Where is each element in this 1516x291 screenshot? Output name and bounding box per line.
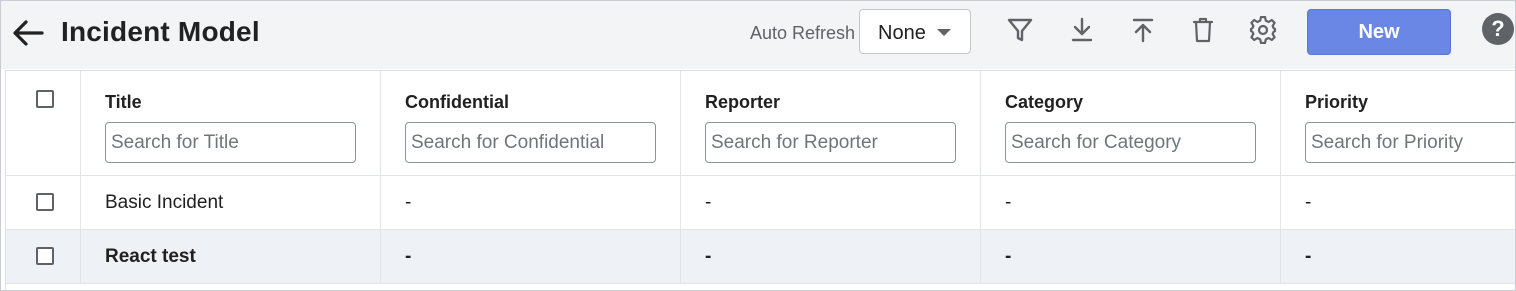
new-button[interactable]: New [1307,9,1451,55]
cell-title: Basic Incident [105,192,224,213]
column-title: Category [1005,92,1084,112]
column-header-title: Title [81,71,381,176]
table-cell[interactable]: Basic Incident [81,176,381,230]
download-icon [1071,17,1093,42]
data-table: Title Confidential Reporter Category Pri… [5,70,1515,290]
column-header-confidential: Confidential [381,71,681,176]
delete-icon [1192,17,1214,43]
column-header-reporter: Reporter [681,71,981,176]
table-row[interactable] [6,176,81,230]
column-title: Reporter [705,92,781,112]
column-title: Priority [1305,92,1369,112]
back-arrow-icon [13,20,44,46]
app-window: Incident Model Auto Refresh None New ? T… [0,0,1516,291]
gear-icon [1249,16,1277,44]
back-button[interactable] [9,15,47,51]
search-confidential-input[interactable] [405,122,656,163]
auto-refresh-value: None [878,22,926,44]
chevron-down-icon [937,29,951,36]
upload-button[interactable] [1126,13,1160,47]
column-title: Title [105,92,142,112]
cell-reporter: - [705,246,712,267]
auto-refresh-label: Auto Refresh [750,23,856,43]
row-checkbox[interactable] [36,193,54,211]
help-icon[interactable]: ? [1482,13,1514,45]
search-priority-input[interactable] [1305,122,1515,163]
table-cell[interactable]: - [681,176,981,230]
table-cell[interactable]: - [1281,230,1515,284]
cell-category: - [1005,246,1012,267]
table-cell[interactable]: - [1281,176,1515,230]
auto-refresh-select[interactable]: None [859,9,971,54]
column-header-priority: Priority [1281,71,1515,176]
row-checkbox[interactable] [36,247,54,265]
cell-priority: - [1305,192,1312,213]
table-cell[interactable]: - [981,230,1281,284]
cell-category: - [1005,192,1012,213]
table-cell[interactable]: - [981,176,1281,230]
settings-button[interactable] [1246,13,1280,47]
delete-button[interactable] [1186,13,1220,47]
column-header-category: Category [981,71,1281,176]
page-header: Incident Model Auto Refresh None New ? [1,1,1515,69]
cell-priority: - [1305,246,1312,267]
table-row[interactable] [6,230,81,284]
filter-button[interactable] [1003,13,1037,47]
table-cell[interactable]: - [381,230,681,284]
upload-icon [1132,18,1154,43]
table-cell[interactable]: React test [81,230,381,284]
search-category-input[interactable] [1005,122,1256,163]
column-title: Confidential [405,92,509,112]
cell-reporter: - [705,192,712,213]
cell-title: React test [105,246,196,267]
filter-icon [1007,18,1033,42]
table-cell[interactable]: - [381,176,681,230]
header-checkbox-cell [6,71,81,176]
download-button[interactable] [1065,13,1099,47]
cell-confidential: - [405,246,412,267]
table-cell[interactable]: - [681,230,981,284]
search-title-input[interactable] [105,122,356,163]
page-title: Incident Model [61,16,260,47]
cell-confidential: - [405,192,412,213]
search-reporter-input[interactable] [705,122,956,163]
select-all-checkbox[interactable] [36,90,54,108]
